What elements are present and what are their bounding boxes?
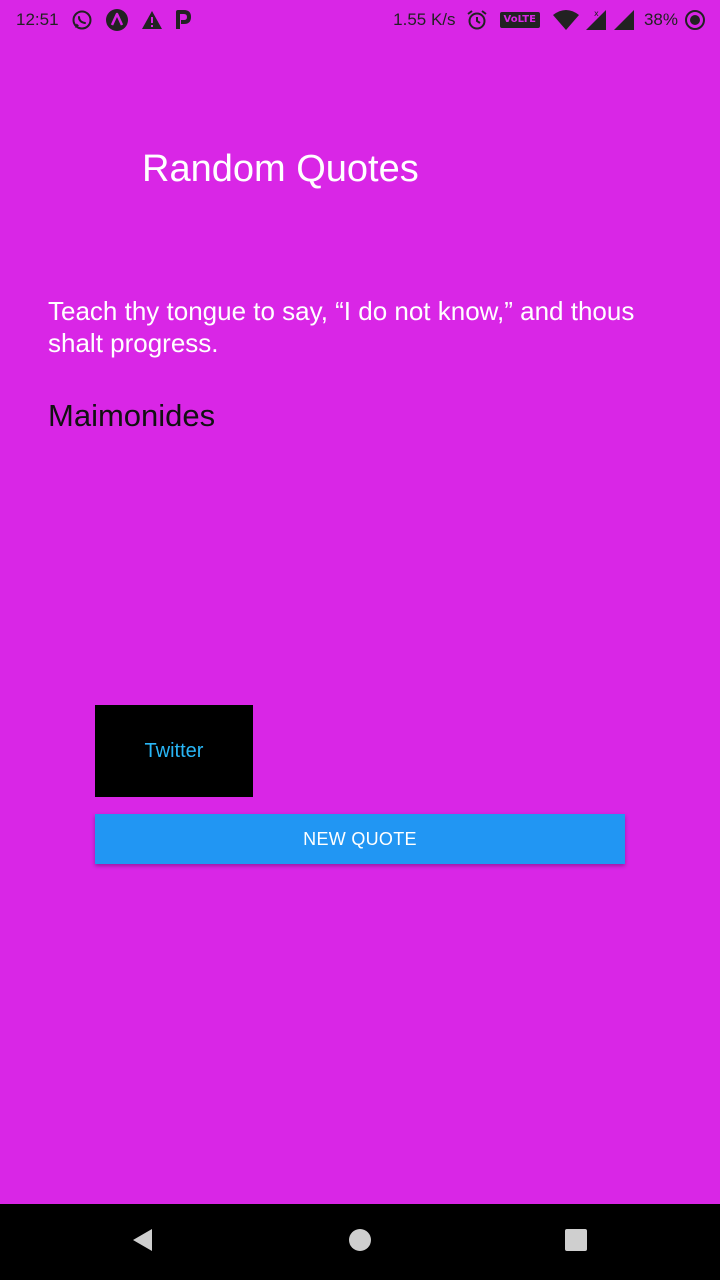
battery-percent: 38%	[643, 10, 678, 29]
network-speed: 1.55 K/s	[393, 10, 456, 29]
quote-author: Maimonides	[48, 398, 216, 433]
whatsapp-icon	[71, 9, 93, 31]
svg-text:x: x	[594, 9, 599, 18]
quote-text: Teach thy tongue to say, “I do not know,…	[48, 296, 635, 358]
paytm-icon	[175, 10, 191, 30]
signal-icon: x	[584, 8, 608, 32]
signal-icon	[612, 8, 636, 32]
battery-saver-icon	[684, 9, 706, 31]
app-notification-icon	[105, 8, 129, 32]
navigation-bar	[0, 1204, 720, 1280]
alarm-icon	[466, 9, 488, 31]
home-button[interactable]	[320, 1204, 400, 1280]
status-time: 12:51	[16, 10, 59, 29]
back-icon	[130, 1227, 156, 1258]
new-quote-button[interactable]: NEW QUOTE	[95, 814, 625, 864]
status-bar-right: 1.55 K/s VoLTE x 38%	[393, 0, 706, 40]
wifi-icon	[552, 9, 580, 31]
home-icon	[348, 1228, 372, 1257]
status-bar-left: 12:51	[16, 0, 203, 40]
back-button[interactable]	[103, 1204, 183, 1280]
page-title: Random Quotes	[142, 148, 419, 190]
twitter-button-label: Twitter	[144, 739, 204, 762]
recents-icon	[564, 1228, 588, 1257]
volte-badge: VoLTE	[499, 12, 540, 28]
twitter-button[interactable]: Twitter	[95, 705, 253, 797]
recents-button[interactable]	[536, 1204, 616, 1280]
warning-icon	[141, 10, 163, 30]
status-bar: 12:51 1.55 K/s VoLTE x 38%	[0, 0, 720, 40]
